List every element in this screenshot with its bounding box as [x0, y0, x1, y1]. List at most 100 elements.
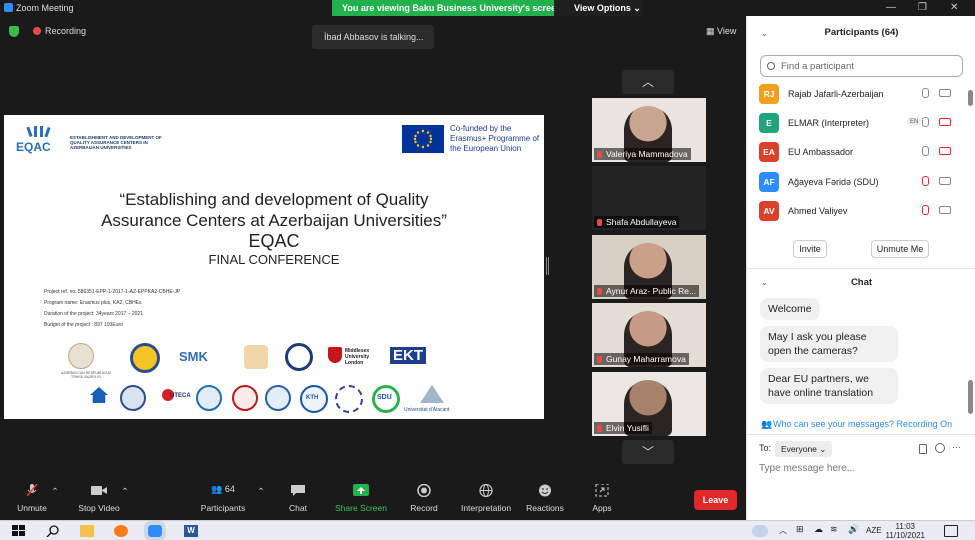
share-screen-button[interactable]: Share Screen — [334, 484, 388, 513]
eqac-logo-text: EQAC — [16, 140, 51, 154]
participant-row[interactable]: E ELMAR (Interpreter) EN — [759, 112, 965, 134]
shield-icon[interactable] — [9, 26, 19, 37]
close-icon[interactable]: ✕ — [950, 2, 958, 13]
camera-icon[interactable] — [939, 177, 951, 185]
wifi-icon[interactable]: ≋ — [830, 524, 838, 535]
mic-icon[interactable] — [922, 117, 929, 127]
stop-video-label: Stop Video — [78, 503, 120, 513]
participant-row[interactable]: RJ Rajab Jafarli-Azerbaijan — [759, 83, 965, 105]
search-icon — [767, 62, 775, 70]
meta-line: Program name: Erasmus plus, KA2, CBHEs — [44, 300, 142, 306]
invite-button[interactable]: Invite — [793, 240, 827, 258]
file-explorer-icon[interactable] — [80, 525, 94, 537]
project-meta: Project ref. no: 586351-EPP-1-2017-1-AZ-… — [44, 287, 180, 331]
leave-button[interactable]: Leave — [694, 490, 737, 510]
unmute-me-button[interactable]: Unmute Me — [871, 240, 929, 258]
notification-icon[interactable] — [944, 525, 958, 537]
unmute-button[interactable]: Unmute — [14, 484, 50, 513]
window-title: Zoom Meeting — [16, 3, 74, 13]
windows-start-icon[interactable] — [12, 525, 26, 537]
mic-icon[interactable] — [922, 88, 929, 98]
emoji-icon[interactable] — [935, 443, 945, 453]
cofunded-text: Co-funded by the Erasmus+ Programme of t… — [450, 124, 540, 153]
university-seal-icon — [196, 385, 222, 411]
apps-button[interactable]: Apps — [588, 484, 616, 513]
video-tile[interactable]: Elvin Yusifli — [592, 372, 706, 436]
cloud-icon[interactable]: ☁ — [814, 524, 823, 535]
maximize-icon[interactable]: ❐ — [918, 2, 927, 13]
minimize-icon[interactable]: — — [886, 2, 896, 13]
firefox-icon[interactable] — [114, 525, 128, 537]
video-tile[interactable]: Shafa Abdullayeva — [592, 166, 706, 230]
more-icon[interactable]: ⋯ — [952, 442, 961, 453]
network-icon[interactable]: ⊞ — [796, 524, 804, 535]
participant-name: Elvin Yusifli — [606, 423, 649, 433]
tray-chevron-icon[interactable]: ︿ — [779, 525, 787, 536]
eu-flag-icon — [402, 125, 444, 153]
to-label: To: — [759, 443, 772, 453]
participants-options-caret[interactable]: ⌃ — [256, 486, 266, 497]
participant-row[interactable]: AV Ahmed Valiyev — [759, 200, 965, 222]
word-icon[interactable]: W — [184, 525, 198, 537]
gallery-up-button[interactable]: ︿ — [622, 70, 674, 94]
chevron-down-icon: ﹀ — [641, 445, 654, 459]
sdu-label: SDU — [377, 394, 392, 401]
video-tile[interactable]: Valeriya Mammadova — [592, 98, 706, 162]
record-button[interactable]: Record — [406, 484, 442, 513]
recipient-select[interactable]: Everyone ⌄ — [775, 441, 833, 457]
video-tile[interactable]: Aynur Araz- Public Re... — [592, 235, 706, 299]
chat-message-input[interactable]: Type message here... — [759, 463, 855, 474]
participant-name: Shafa Abdullayeva — [606, 217, 677, 227]
university-seal-icon — [130, 343, 160, 373]
camera-icon[interactable] — [939, 89, 951, 97]
file-icon[interactable] — [919, 444, 927, 454]
participant-name: Ahmed Valiyev — [788, 206, 848, 216]
chat-button[interactable]: Chat — [282, 484, 314, 513]
video-options-caret[interactable]: ⌃ — [120, 486, 130, 497]
language-badge: EN — [907, 118, 922, 126]
view-button[interactable]: ▦ View — [706, 26, 736, 37]
weather-icon[interactable] — [752, 525, 768, 537]
chat-scrollbar[interactable] — [968, 380, 973, 414]
camera-icon[interactable] — [939, 206, 951, 214]
participant-search-input[interactable]: Find a participant — [760, 55, 963, 77]
mic-off-icon[interactable] — [922, 176, 929, 186]
camera-off-icon[interactable] — [939, 147, 951, 155]
mic-muted-icon — [597, 288, 602, 295]
system-clock[interactable]: 11:03 11/10/2021 — [886, 522, 925, 540]
participant-row[interactable]: EA EU Ambassador — [759, 141, 965, 163]
az-ministry-text: AZƏRBAYCAN RESPUBLİKASI TƏHSİL NAZİRLİYİ — [60, 371, 112, 379]
audio-options-caret[interactable]: ⌃ — [50, 486, 60, 497]
view-label: View — [717, 26, 737, 36]
volume-icon[interactable]: 🔊 — [848, 524, 859, 535]
participants-scrollbar[interactable] — [968, 90, 973, 106]
mic-off-icon[interactable] — [922, 205, 929, 215]
mic-icon[interactable] — [922, 146, 929, 156]
search-icon[interactable] — [46, 525, 60, 537]
recording-indicator: Recording — [33, 26, 86, 36]
shared-screen-slide: EQAC ESTABLISHMENT AND DEVELOPMENT OF QU… — [4, 115, 544, 419]
interpretation-button[interactable]: Interpretation — [456, 484, 516, 513]
splitter-handle[interactable] — [546, 257, 549, 275]
gallery-down-button[interactable]: ﹀ — [622, 440, 674, 464]
middlesex-logo: Middlesex University London — [345, 348, 370, 366]
language-indicator[interactable]: AZE — [866, 526, 882, 535]
interpretation-label: Interpretation — [460, 503, 512, 513]
zoom-icon — [4, 3, 13, 12]
video-tile[interactable]: Gunay Maharramova — [592, 303, 706, 367]
stop-video-button[interactable]: Stop Video — [74, 484, 124, 513]
who-can-see-link[interactable]: Who can see your messages? Recording On — [773, 419, 952, 429]
participants-button[interactable]: 👥 64 Participants — [196, 484, 250, 513]
clock-time: 11:03 — [895, 522, 915, 531]
participant-name: Ağayeva Fəridə (SDU) — [788, 177, 879, 187]
reactions-button[interactable]: Reactions — [524, 484, 566, 513]
participant-row[interactable]: AF Ağayeva Fəridə (SDU) — [759, 171, 965, 193]
meta-line: Budget of the project : 897 193Euro — [44, 322, 123, 328]
view-options-button[interactable]: View Options ⌄ — [554, 0, 642, 16]
video-camera-icon — [91, 486, 107, 495]
camera-off-icon[interactable] — [939, 118, 951, 126]
mic-muted-icon — [597, 219, 602, 226]
participant-name: EU Ambassador — [788, 147, 854, 157]
zoom-taskbar-icon[interactable] — [144, 521, 166, 540]
globe-icon — [479, 484, 493, 497]
